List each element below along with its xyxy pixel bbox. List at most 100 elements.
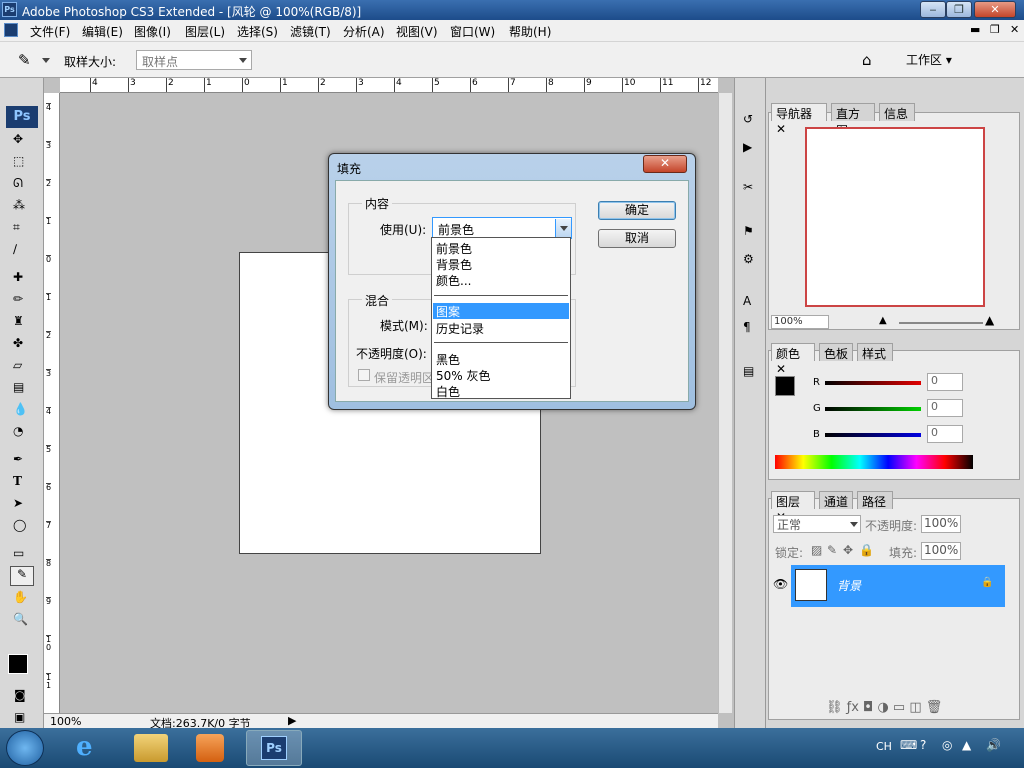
sample-size-select[interactable]: 取样点	[136, 50, 252, 70]
visibility-eye-icon[interactable]: 👁	[773, 577, 788, 591]
option-white[interactable]: 白色	[436, 383, 460, 400]
dodge-tool-icon[interactable]: ◔	[13, 424, 23, 438]
move-tool-icon[interactable]: ✥	[13, 132, 23, 146]
cancel-button[interactable]: 取消	[598, 229, 676, 248]
option-history[interactable]: 历史记录	[436, 320, 484, 337]
channel-g-slider[interactable]	[825, 407, 921, 411]
slice-tool-icon[interactable]: ∕	[13, 242, 17, 256]
crop-tool-icon[interactable]: ⌗	[13, 220, 20, 235]
dialog-close-button[interactable]: ✕	[643, 155, 687, 173]
type-tool-icon[interactable]: T	[13, 474, 22, 488]
maximize-button[interactable]: ❐	[946, 1, 972, 18]
option-gray[interactable]: 50% 灰色	[436, 367, 491, 384]
navigator-zoom-input[interactable]: 100%	[771, 315, 829, 329]
tab-paths[interactable]: 路径	[857, 491, 893, 509]
marquee-tool-icon[interactable]: ⬚	[13, 154, 24, 168]
menu-view[interactable]: 视图(V)	[396, 23, 438, 40]
tab-info[interactable]: 信息	[879, 103, 915, 121]
gradient-tool-icon[interactable]: ▤	[13, 380, 24, 394]
workspace-button[interactable]: 工作区 ▾	[906, 51, 952, 68]
ie-icon[interactable]: e	[76, 732, 93, 762]
help-icon[interactable]: ?	[920, 738, 926, 752]
tab-navigator[interactable]: 导航器✕	[771, 103, 827, 136]
opacity-input[interactable]: 100%	[921, 515, 961, 533]
menu-help[interactable]: 帮助(H)	[509, 23, 551, 40]
lock-position-icon[interactable]: ✥	[843, 543, 853, 557]
eyedropper-tool-active-icon[interactable]: ✎	[10, 566, 34, 586]
color-spectrum-bar[interactable]	[775, 455, 973, 469]
brushes-panel-icon[interactable]: ⚑	[743, 224, 754, 238]
menu-file[interactable]: 文件(F)	[30, 23, 70, 40]
option-background[interactable]: 背景色	[436, 256, 472, 273]
tray-expand-icon[interactable]: ▲	[962, 738, 971, 752]
tab-layers[interactable]: 图层✕	[771, 491, 815, 524]
color-fg-swatch[interactable]	[775, 376, 795, 396]
channel-r-slider[interactable]	[825, 381, 921, 385]
quick-mask-icon[interactable]: ◙	[14, 688, 26, 702]
lock-all-icon[interactable]: 🔒	[859, 543, 874, 557]
vertical-scrollbar[interactable]	[718, 93, 732, 713]
menu-select[interactable]: 选择(S)	[237, 23, 278, 40]
channel-r-input[interactable]: 0	[927, 373, 963, 391]
character-panel-icon[interactable]: A	[743, 294, 751, 308]
channel-b-input[interactable]: 0	[927, 425, 963, 443]
start-button[interactable]	[6, 730, 44, 766]
layer-row-background[interactable]: 背景 🔒	[791, 565, 1005, 607]
lock-image-icon[interactable]: ✎	[827, 543, 837, 557]
use-select-arrow[interactable]	[555, 219, 571, 237]
doc-restore-icon[interactable]: ❐	[990, 23, 1000, 36]
doc-minimize-icon[interactable]: ▬	[970, 23, 980, 36]
channel-b-slider[interactable]	[825, 433, 921, 437]
menu-edit[interactable]: 编辑(E)	[82, 23, 123, 40]
zoom-out-icon[interactable]: ▲	[879, 315, 887, 326]
menu-analysis[interactable]: 分析(A)	[343, 23, 385, 40]
channel-g-input[interactable]: 0	[927, 399, 963, 417]
blur-tool-icon[interactable]: 💧	[13, 402, 28, 416]
document-icon[interactable]	[4, 23, 18, 37]
language-indicator[interactable]: CH	[876, 740, 892, 753]
bridge-icon[interactable]: ⌂	[862, 51, 872, 69]
actions-panel-icon[interactable]: ▶	[743, 140, 752, 154]
clone-source-icon[interactable]: ⚙	[743, 252, 754, 266]
history-brush-icon[interactable]: ✤	[13, 336, 23, 350]
lasso-tool-icon[interactable]: ᘏ	[13, 176, 23, 191]
option-foreground[interactable]: 前景色	[436, 240, 472, 257]
zoom-slider[interactable]	[899, 322, 983, 324]
notes-tool-icon[interactable]: ▭	[13, 546, 24, 560]
tab-histogram[interactable]: 直方图	[831, 103, 875, 138]
explorer-icon[interactable]	[134, 734, 168, 762]
option-black[interactable]: 黑色	[436, 351, 460, 368]
zoom-in-icon[interactable]: ▲	[985, 313, 994, 327]
media-player-icon[interactable]	[196, 734, 224, 762]
menu-layer[interactable]: 图层(L)	[185, 23, 225, 40]
lock-transparency-icon[interactable]: ▨	[811, 543, 822, 557]
eraser-tool-icon[interactable]: ▱	[13, 358, 22, 372]
use-select[interactable]: 前景色	[432, 217, 572, 239]
path-select-tool-icon[interactable]: ➤	[13, 496, 23, 510]
blend-mode-select[interactable]: 正常	[773, 515, 861, 533]
eyedropper-tool-icon[interactable]: ✎	[18, 51, 31, 69]
hand-tool-icon[interactable]: ✋	[13, 590, 28, 604]
ok-button[interactable]: 确定	[598, 201, 676, 220]
status-menu-arrow-icon[interactable]: ▶	[288, 714, 296, 727]
tool-presets-icon[interactable]: ✂	[743, 180, 753, 194]
zoom-level[interactable]: 100%	[50, 715, 81, 728]
tab-channels[interactable]: 通道	[819, 491, 853, 509]
menu-window[interactable]: 窗口(W)	[450, 23, 495, 40]
pen-tool-icon[interactable]: ✒	[13, 452, 23, 466]
taskbar-photoshop-button[interactable]: Ps	[246, 730, 302, 766]
close-button[interactable]: ✕	[974, 1, 1016, 18]
fill-input[interactable]: 100%	[921, 542, 961, 560]
option-color[interactable]: 颜色...	[436, 272, 471, 289]
doc-close-icon[interactable]: ✕	[1010, 23, 1019, 36]
layers-footer-icons[interactable]: ⛓ ƒx ◘ ◑ ▭ ◫ 🗑	[826, 700, 942, 715]
volume-icon[interactable]: 🔊	[986, 738, 1001, 752]
healing-brush-icon[interactable]: ✚	[13, 270, 23, 284]
tray-icon[interactable]: ◎	[942, 738, 952, 752]
zoom-tool-icon[interactable]: 🔍	[13, 612, 28, 626]
menu-filter[interactable]: 滤镜(T)	[290, 23, 331, 40]
layer-comps-icon[interactable]: ▤	[743, 364, 754, 378]
stamp-tool-icon[interactable]: ♜	[13, 314, 24, 328]
history-panel-icon[interactable]: ↺	[743, 112, 753, 126]
keyboard-icon[interactable]: ⌨	[900, 738, 917, 752]
